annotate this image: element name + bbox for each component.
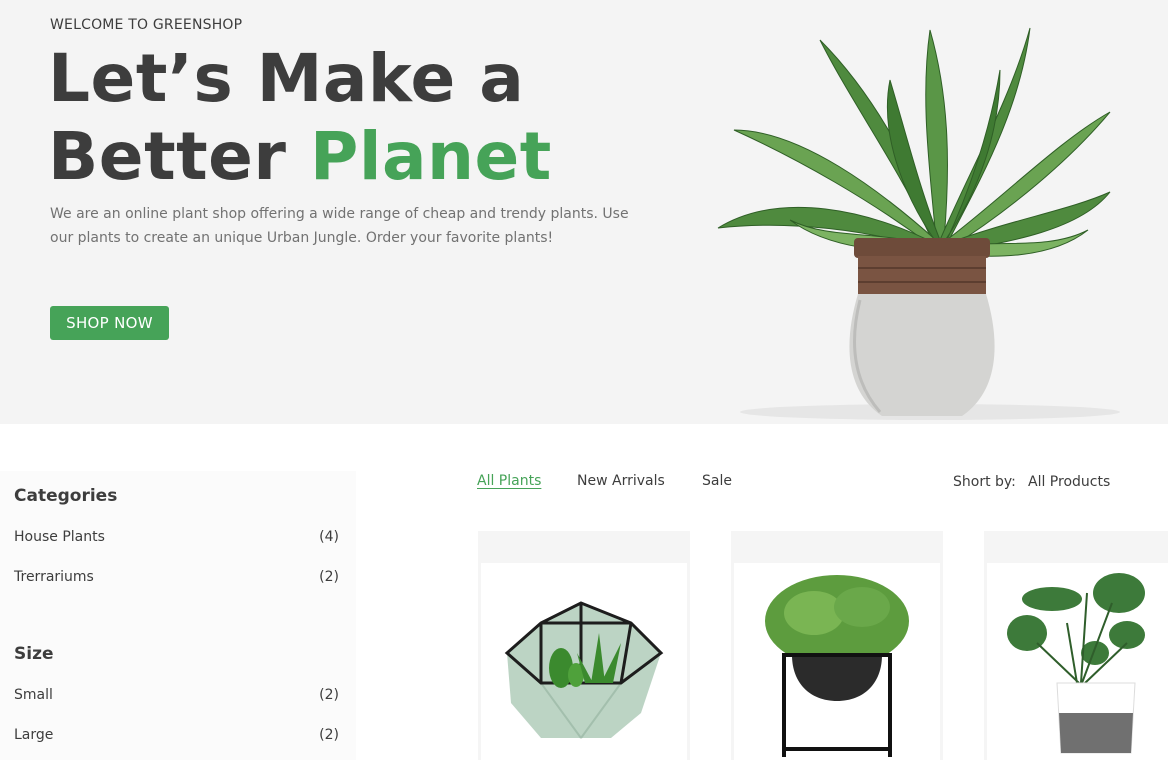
size-item-large[interactable]: Large (2) <box>14 727 339 743</box>
category-item-house-plants[interactable]: House Plants (4) <box>14 529 339 545</box>
hero-title-line1: Let’s Make a <box>48 40 525 117</box>
monstera-plant-image <box>1007 573 1145 754</box>
category-label: Trerrariums <box>14 569 94 585</box>
product-card[interactable] <box>478 531 690 760</box>
product-image-bush <box>734 563 940 760</box>
product-card[interactable] <box>984 531 1168 760</box>
hero-title-line2: Better <box>48 118 310 195</box>
category-count: (4) <box>319 529 339 545</box>
categories-heading: Categories <box>14 486 118 506</box>
sort-label: Short by: <box>953 474 1016 490</box>
category-count: (2) <box>319 569 339 585</box>
filter-sidebar: Categories House Plants (4) Trerrariums … <box>0 471 356 760</box>
size-heading: Size <box>14 644 54 664</box>
product-image-monstera <box>987 563 1168 760</box>
terrarium-image <box>504 601 664 739</box>
category-item-terrariums[interactable]: Trerrariums (2) <box>14 569 339 585</box>
size-label: Large <box>14 727 54 743</box>
shop-now-button[interactable]: SHOP NOW <box>50 306 169 340</box>
tab-new-arrivals[interactable]: New Arrivals <box>577 473 665 489</box>
hero-title: Let’s Make a Better Planet <box>48 40 552 196</box>
tab-all-plants[interactable]: All Plants <box>477 473 541 489</box>
category-label: House Plants <box>14 529 105 545</box>
hero-title-accent: Planet <box>309 118 552 195</box>
size-item-small[interactable]: Small (2) <box>14 687 339 703</box>
hero-welcome-text: WELCOME TO GREENSHOP <box>50 17 243 33</box>
bush-plant-image <box>765 575 909 757</box>
product-card[interactable] <box>731 531 943 760</box>
size-label: Small <box>14 687 53 703</box>
size-count: (2) <box>319 687 339 703</box>
tab-sale[interactable]: Sale <box>702 473 732 489</box>
hero-description: We are an online plant shop offering a w… <box>50 206 629 246</box>
size-count: (2) <box>319 727 339 743</box>
sort-select[interactable]: All Products <box>1028 474 1110 490</box>
hero-banner: WELCOME TO GREENSHOP Let’s Make a Better… <box>0 0 1168 424</box>
product-image-terrarium <box>481 563 687 760</box>
hero-plant-image <box>717 27 1120 420</box>
